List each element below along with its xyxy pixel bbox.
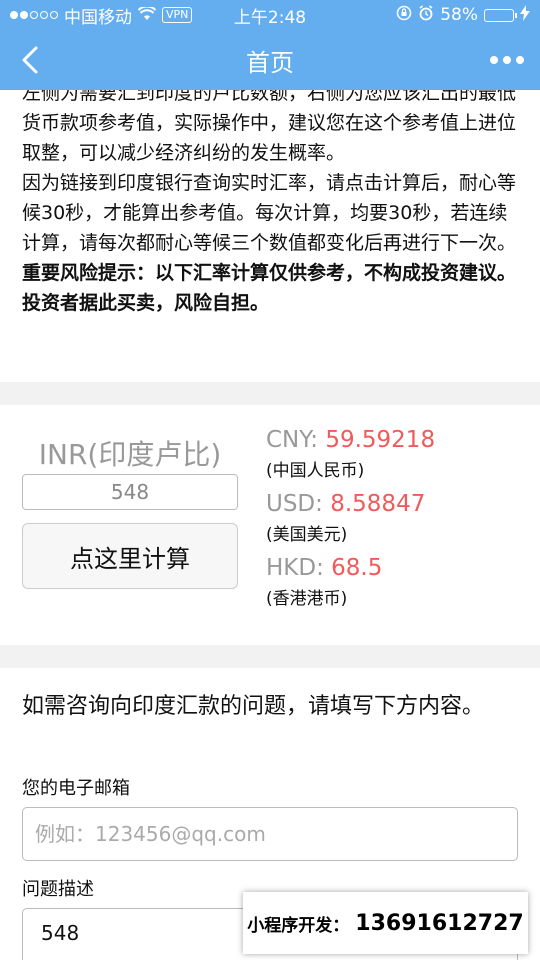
more-dots-icon bbox=[490, 56, 524, 64]
rate-name-usd: (美国美元) bbox=[266, 525, 348, 545]
promo-banner[interactable]: 小程序开发： 13691612727 bbox=[243, 892, 528, 954]
status-right: 58% bbox=[396, 4, 530, 26]
rate-usd: USD: 8.58847 bbox=[266, 487, 526, 521]
rate-cny: CNY: 59.59218 bbox=[266, 423, 526, 457]
rate-name-cny: (中国人民币) bbox=[266, 461, 365, 481]
calculator-section: INR(印度卢比) 点这里计算 CNY: 59.59218 (中国人民币) US… bbox=[0, 405, 540, 645]
email-label: 您的电子邮箱 bbox=[22, 778, 130, 799]
intro-paragraph-1: 左侧为需要汇到印度的卢比数额，右侧为您应该汇出的最低货币款项参考值，实际操作中，… bbox=[22, 90, 517, 164]
more-button[interactable] bbox=[490, 42, 524, 78]
rate-value: 59.59218 bbox=[325, 427, 436, 453]
chevron-left-icon bbox=[22, 46, 38, 74]
promo-phone: 13691612727 bbox=[355, 910, 524, 936]
back-button[interactable] bbox=[12, 42, 48, 78]
intro-text: 左侧为需要汇到印度的卢比数额，右侧为您应该汇出的最低货币款项参考值，实际操作中，… bbox=[22, 90, 522, 318]
vpn-badge: VPN bbox=[162, 7, 193, 23]
alarm-icon bbox=[418, 4, 434, 26]
page-title: 首页 bbox=[246, 48, 294, 77]
intro-paragraph-2: 因为链接到印度银行查询实时汇率，请点击计算后，耐心等候30秒，才能算出参考值。每… bbox=[22, 172, 517, 254]
calculate-button[interactable]: 点这里计算 bbox=[22, 523, 238, 589]
nav-bar: 首页 bbox=[0, 30, 540, 90]
promo-label: 小程序开发： bbox=[247, 915, 350, 936]
email-input[interactable] bbox=[22, 807, 518, 861]
orientation-lock-icon bbox=[396, 5, 412, 26]
rates-list: CNY: 59.59218 (中国人民币) USD: 8.58847 (美国美元… bbox=[266, 423, 526, 615]
intro-section: 左侧为需要汇到印度的卢比数额，右侧为您应该汇出的最低货币款项参考值，实际操作中，… bbox=[0, 90, 540, 382]
battery-percent: 58% bbox=[440, 5, 478, 25]
rate-name-hkd: (香港港币) bbox=[266, 589, 348, 609]
description-label: 问题描述 bbox=[22, 879, 94, 900]
carrier-name: 中国移动 bbox=[64, 7, 132, 28]
risk-warning: 重要风险提示：以下汇率计算仅供参考，不构成投资建议。投资者据此买卖，风险自担。 bbox=[22, 262, 517, 314]
status-bar: 中国移动 VPN 上午2:48 58% bbox=[0, 0, 540, 30]
signal-icon bbox=[10, 11, 58, 19]
rate-code: CNY: bbox=[266, 427, 326, 453]
battery-icon bbox=[484, 8, 517, 22]
rate-code: HKD: bbox=[266, 555, 332, 581]
inr-amount-input[interactable] bbox=[22, 474, 238, 510]
rate-value: 8.58847 bbox=[330, 491, 426, 517]
wifi-icon bbox=[137, 5, 157, 25]
rate-hkd: HKD: 68.5 bbox=[266, 551, 526, 585]
status-left: 中国移动 VPN bbox=[10, 3, 396, 28]
rate-code: USD: bbox=[266, 491, 331, 517]
charging-icon bbox=[520, 4, 530, 26]
form-title: 如需咨询向印度汇款的问题，请填写下方内容。 bbox=[22, 694, 485, 719]
rate-value: 68.5 bbox=[331, 555, 383, 581]
inr-label: INR(印度卢比) bbox=[38, 438, 222, 471]
